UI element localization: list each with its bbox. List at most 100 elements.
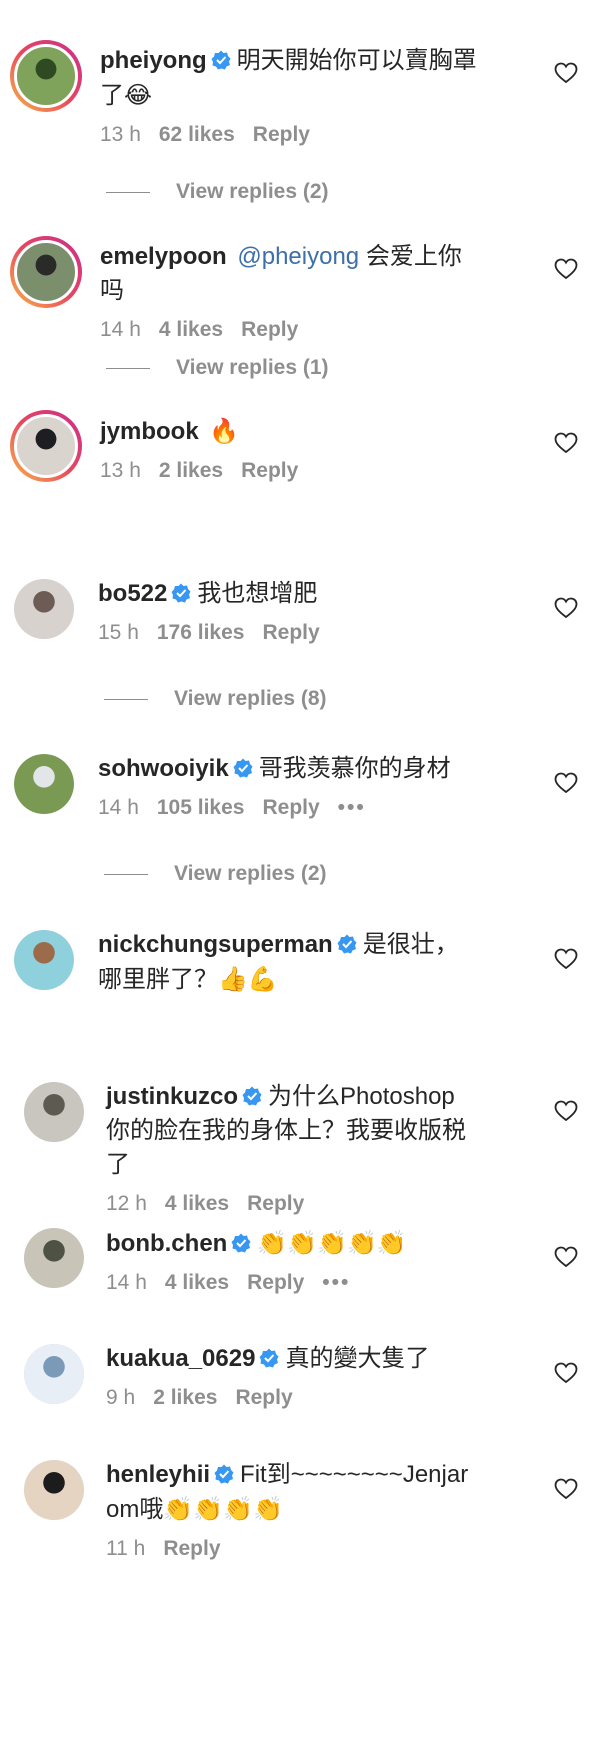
timestamp: 11 h <box>106 1537 146 1560</box>
timestamp: 14 h <box>100 318 141 341</box>
avatar[interactable] <box>14 754 74 814</box>
timestamp: 9 h <box>106 1386 136 1409</box>
username-link[interactable]: bo522 <box>98 580 167 607</box>
comment-text: jymbook 🔥 <box>100 414 480 449</box>
verified-badge-icon <box>259 1344 279 1368</box>
comment-item: bo522 我也想增肥 15 h 176 likes Reply View replies… <box>0 575 600 725</box>
comment-body: kuakua_0629 真的變大隻了 9 h 2 likes Reply <box>106 1342 478 1416</box>
heart-outline-icon[interactable] <box>554 597 578 619</box>
view-replies-label: View replies (8) <box>174 687 327 710</box>
likes-count[interactable]: 4 likes <box>159 318 223 341</box>
mention-link[interactable]: @pheiyong <box>237 243 359 270</box>
verified-badge-icon <box>214 1460 234 1484</box>
comment-item: pheiyong 明天開始你可以賣胸罩了😂 13 h 62 likes Reply Vie… <box>0 40 600 203</box>
comment-meta: 9 h 2 likes Reply <box>106 1386 478 1416</box>
comment-body: nickchungsuperman 是很壮，哪里胖了？👍💪 <box>98 928 478 997</box>
heart-outline-icon[interactable] <box>554 1246 578 1268</box>
timestamp: 14 h <box>106 1271 147 1294</box>
heart-outline-icon[interactable] <box>554 772 578 794</box>
comment-text: henleyhii Fit到~~~~~~~~Jenjarom哦👏👏👏👏 <box>106 1458 478 1527</box>
more-options-icon[interactable]: ••• <box>338 796 366 819</box>
emoji-glyphs: 😂 <box>124 81 153 109</box>
heart-outline-icon[interactable] <box>554 1478 578 1500</box>
heart-outline-icon[interactable] <box>554 432 578 454</box>
username-link[interactable]: henleyhii <box>106 1461 210 1488</box>
heart-outline-icon[interactable] <box>554 258 578 280</box>
likes-count[interactable]: 4 likes <box>165 1271 229 1294</box>
likes-count[interactable]: 62 likes <box>159 123 235 146</box>
timestamp: 12 h <box>106 1192 147 1215</box>
likes-count[interactable]: 105 likes <box>157 796 245 819</box>
comment-list: pheiyong 明天開始你可以賣胸罩了😂 13 h 62 likes Reply Vie… <box>0 0 600 1764</box>
likes-count[interactable]: 2 likes <box>153 1386 217 1409</box>
view-replies-button[interactable]: View replies (1) <box>106 356 329 386</box>
avatar[interactable] <box>24 1082 84 1142</box>
likes-count[interactable]: 4 likes <box>165 1192 229 1215</box>
heart-outline-icon[interactable] <box>554 948 578 970</box>
username-link[interactable]: kuakua_0629 <box>106 1345 255 1372</box>
replies-divider <box>104 698 148 700</box>
comment-content: 我也想增肥 <box>197 580 318 607</box>
comment-text: bo522 我也想增肥 <box>98 577 478 611</box>
avatar[interactable] <box>10 410 82 482</box>
username-link[interactable]: bonb.chen <box>106 1230 227 1257</box>
reply-button[interactable]: Reply <box>235 1386 292 1409</box>
reply-button[interactable]: Reply <box>262 796 319 819</box>
timestamp: 15 h <box>98 621 139 644</box>
reply-button[interactable]: Reply <box>163 1537 220 1560</box>
reply-button[interactable]: Reply <box>241 318 298 341</box>
username-link[interactable]: sohwooiyik <box>98 755 229 782</box>
comment-item: jymbook 🔥 13 h 2 likes Reply <box>0 410 600 560</box>
reply-button[interactable]: Reply <box>247 1192 304 1215</box>
verified-badge-icon <box>337 930 357 954</box>
view-replies-label: View replies (1) <box>176 356 329 379</box>
avatar[interactable] <box>10 40 82 112</box>
heart-outline-icon[interactable] <box>554 1362 578 1384</box>
reply-button[interactable]: Reply <box>247 1271 304 1294</box>
replies-divider <box>104 873 148 875</box>
timestamp: 14 h <box>98 796 139 819</box>
reply-button[interactable]: Reply <box>253 123 310 146</box>
comment-meta: 14 h 4 likes Reply <box>100 318 480 348</box>
heart-outline-icon[interactable] <box>554 62 578 84</box>
avatar-image <box>24 1228 84 1288</box>
username-link[interactable]: pheiyong <box>100 47 207 74</box>
verified-badge-icon <box>233 754 253 778</box>
reply-button[interactable]: Reply <box>241 459 298 482</box>
likes-count[interactable]: 2 likes <box>159 459 223 482</box>
avatar[interactable] <box>24 1344 84 1404</box>
comment-item: emelypoon @pheiyong 会爱上你吗 14 h 4 likes Repl… <box>0 236 600 386</box>
username-link[interactable]: emelypoon <box>100 243 227 270</box>
emoji-glyphs: 👏👏👏👏 <box>163 1495 283 1523</box>
more-options-icon[interactable]: ••• <box>322 1271 350 1294</box>
verified-badge-icon <box>211 46 231 70</box>
likes-count[interactable]: 176 likes <box>157 621 245 644</box>
heart-outline-icon[interactable] <box>554 1100 578 1122</box>
comment-body: justinkuzco 为什么Photoshop你的脸在我的身体上？我要收版税了 1… <box>106 1080 478 1222</box>
comment-body: sohwooiyik 哥我羡慕你的身材 14 h 105 likes Reply ••• <box>98 752 478 826</box>
username-link[interactable]: nickchungsuperman <box>98 931 333 958</box>
avatar-image <box>24 1082 84 1142</box>
reply-button[interactable]: Reply <box>262 621 319 644</box>
comment-body: bonb.chen 👏👏👏👏👏 14 h 4 likes Reply ••• <box>106 1226 478 1301</box>
comment-content: 哥我羡慕你的身材 <box>258 755 451 782</box>
view-replies-label: View replies (2) <box>174 862 327 885</box>
avatar-image <box>14 579 74 639</box>
avatar[interactable] <box>14 579 74 639</box>
avatar[interactable] <box>10 236 82 308</box>
avatar[interactable] <box>24 1460 84 1520</box>
view-replies-button[interactable]: View replies (2) <box>104 862 327 892</box>
verified-badge-icon <box>171 579 191 603</box>
avatar[interactable] <box>24 1228 84 1288</box>
avatar[interactable] <box>14 930 74 990</box>
avatar-image <box>24 1460 84 1520</box>
username-link[interactable]: justinkuzco <box>106 1083 238 1110</box>
comment-meta: 14 h 4 likes Reply ••• <box>106 1271 478 1301</box>
comment-text: bonb.chen 👏👏👏👏👏 <box>106 1226 478 1261</box>
username-link[interactable]: jymbook <box>100 418 199 445</box>
comment-meta: 15 h 176 likes Reply <box>98 621 478 651</box>
view-replies-button[interactable]: View replies (2) <box>106 180 329 210</box>
comment-body: jymbook 🔥 13 h 2 likes Reply <box>100 414 480 489</box>
emoji-glyphs: 👏👏👏👏👏 <box>257 1229 407 1257</box>
view-replies-button[interactable]: View replies (8) <box>104 687 327 717</box>
